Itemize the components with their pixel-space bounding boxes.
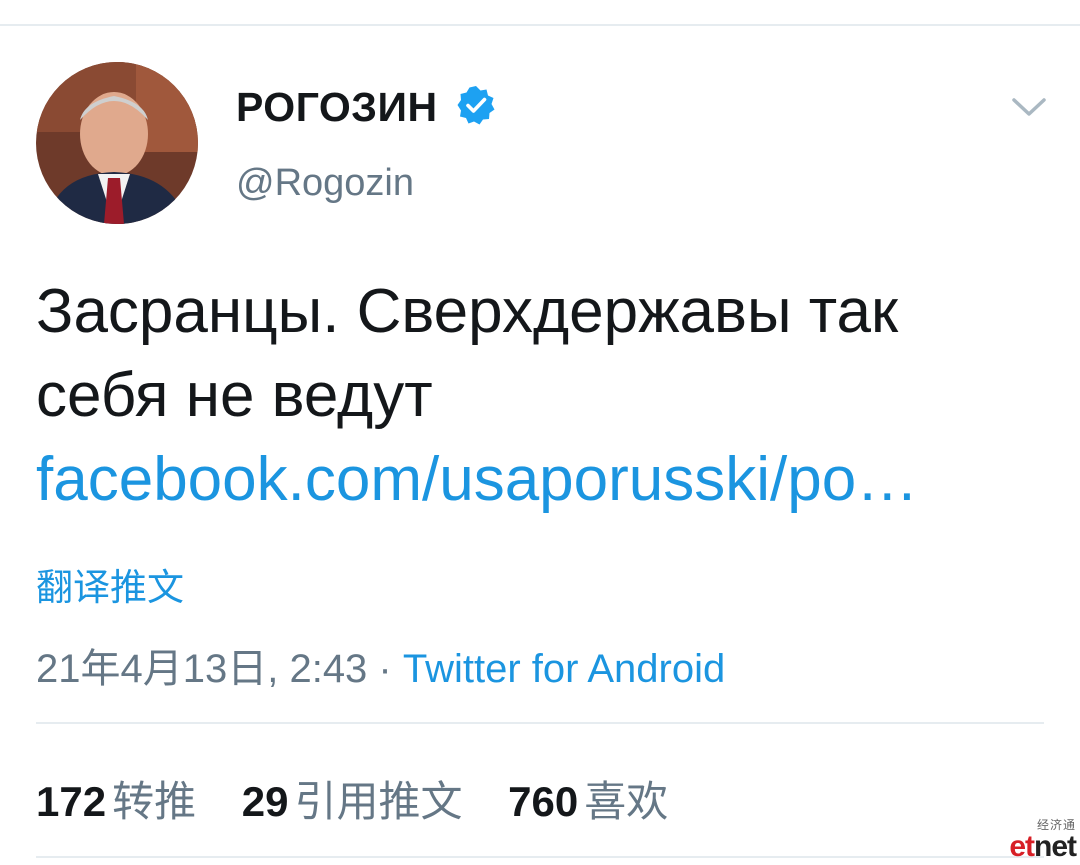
watermark-logo-text: etnet: [1009, 830, 1077, 863]
etnet-watermark-logo: 经济通 etnet: [992, 818, 1077, 863]
retweets-stat[interactable]: 172 转推: [36, 768, 196, 829]
display-name[interactable]: РОГОЗИН: [236, 84, 438, 131]
retweets-label: 转推: [112, 778, 197, 825]
likes-count: 760: [508, 778, 579, 825]
tweet-text: Засранцы. Сверхдержавы так себя не ведут…: [36, 270, 1046, 522]
quotes-stat[interactable]: 29 引用推文: [242, 768, 463, 829]
meta-separator: ·: [367, 647, 403, 691]
tweet-meta: 21年4月13日, 2:43 · Twitter for Android: [36, 636, 725, 694]
translate-tweet-link[interactable]: 翻译推文: [36, 557, 184, 611]
timestamp: 21年4月13日, 2:43: [36, 647, 368, 691]
source-link[interactable]: Twitter for Android: [403, 647, 725, 691]
user-handle[interactable]: @Rogozin: [236, 162, 414, 205]
quotes-label: 引用推文: [294, 778, 463, 825]
likes-label: 喜欢: [584, 778, 669, 825]
chevron-down-icon[interactable]: [1010, 93, 1048, 121]
tweet-text-line: Засранцы. Сверхдержавы так: [36, 277, 899, 346]
divider: [36, 856, 1044, 858]
quotes-count: 29: [241, 778, 289, 825]
top-divider: [0, 24, 1080, 26]
divider: [36, 722, 1044, 724]
tweet-stats: 172 转推 29 引用推文 760 喜欢: [36, 768, 702, 829]
avatar-photo: [36, 62, 198, 224]
likes-stat[interactable]: 760 喜欢: [508, 768, 668, 829]
verified-badge-icon: [457, 86, 495, 125]
tweet-link[interactable]: facebook.com/usaporusski/po…: [36, 438, 1046, 522]
avatar[interactable]: [36, 62, 198, 224]
tweet-text-line: себя не ведут: [36, 361, 433, 430]
retweets-count: 172: [36, 778, 107, 825]
